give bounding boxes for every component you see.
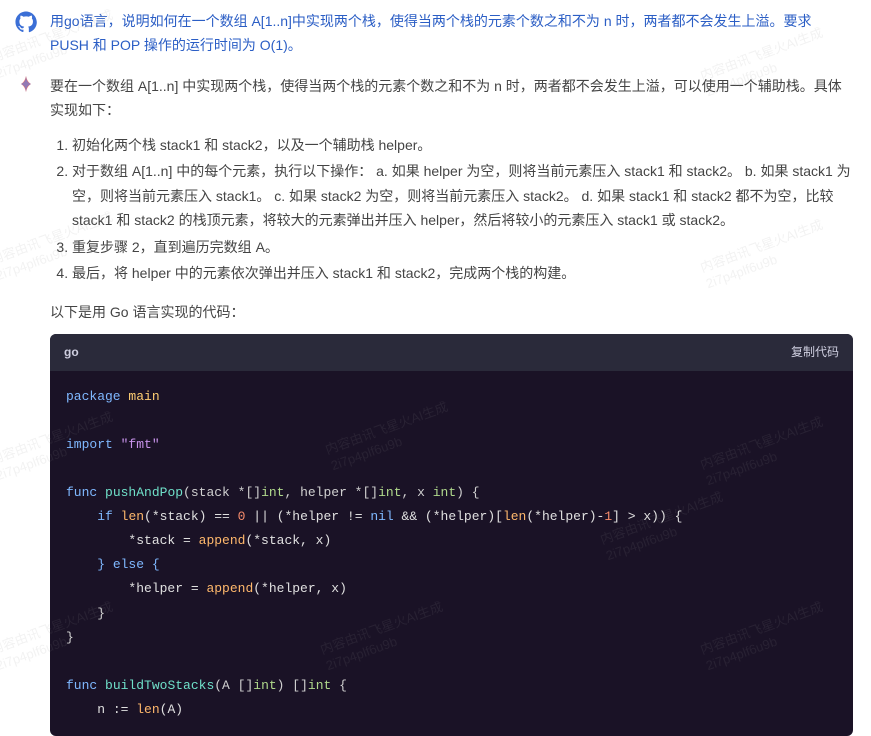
assistant-step: 初始化两个栈 stack1 和 stack2，以及一个辅助栈 helper。 xyxy=(72,133,853,158)
code-lead-text: 以下是用 Go 语言实现的代码： xyxy=(50,300,853,325)
code-language-label: go xyxy=(64,342,79,363)
spark-icon xyxy=(14,74,38,98)
assistant-message-body: 要在一个数组 A[1..n] 中实现两个栈，使得当两个栈的元素个数之和不为 n … xyxy=(50,74,853,736)
assistant-message-row: 要在一个数组 A[1..n] 中实现两个栈，使得当两个栈的元素个数之和不为 n … xyxy=(0,68,871,736)
user-message-text: 用go语言，说明如何在一个数组 A[1..n]中实现两个栈，使得当两个栈的元素个… xyxy=(50,10,853,58)
assistant-avatar xyxy=(14,74,38,98)
assistant-step: 最后，将 helper 中的元素依次弹出并压入 stack1 和 stack2，… xyxy=(72,261,853,286)
assistant-intro: 要在一个数组 A[1..n] 中实现两个栈，使得当两个栈的元素个数之和不为 n … xyxy=(50,74,853,123)
code-header: go 复制代码 xyxy=(50,334,853,371)
copy-code-button[interactable]: 复制代码 xyxy=(791,342,839,363)
code-block: go 复制代码 package main import "fmt" func p… xyxy=(50,334,853,736)
code-content[interactable]: package main import "fmt" func pushAndPo… xyxy=(50,371,853,736)
user-message-row: 用go语言，说明如何在一个数组 A[1..n]中实现两个栈，使得当两个栈的元素个… xyxy=(0,0,871,68)
assistant-step: 对于数组 A[1..n] 中的每个元素，执行以下操作： a. 如果 helper… xyxy=(72,159,853,233)
assistant-steps-list: 初始化两个栈 stack1 和 stack2，以及一个辅助栈 helper。 对… xyxy=(50,133,853,286)
github-icon xyxy=(15,11,37,33)
user-avatar xyxy=(14,10,38,34)
assistant-step: 重复步骤 2，直到遍历完数组 A。 xyxy=(72,235,853,260)
